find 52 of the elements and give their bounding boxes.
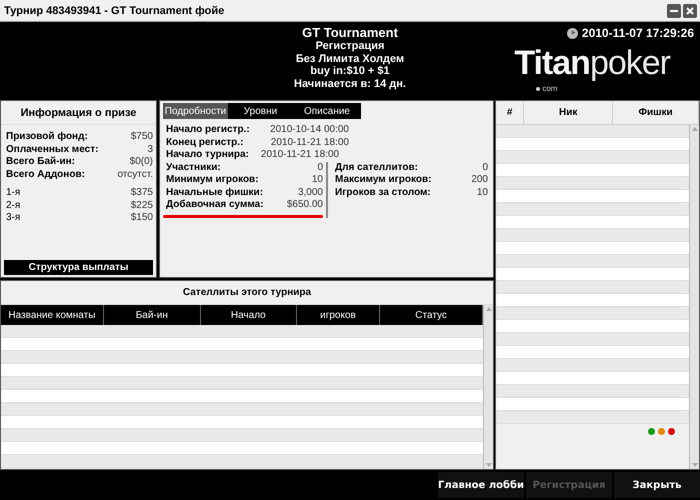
prize-value: отсутст. <box>117 168 153 181</box>
tab[interactable]: Подробности <box>163 103 228 119</box>
detail-label: Начало турнира: <box>166 149 249 162</box>
place-label: 3-я <box>6 212 20 224</box>
tournament-info: Начинается в: 14 дн. <box>294 78 406 90</box>
detail-label: Участники: <box>166 162 221 174</box>
prize-value: $750 <box>130 131 153 144</box>
prize-label: Всего Бай-ин: <box>6 156 76 168</box>
place-prize: $375 <box>130 187 153 200</box>
detail-value: 10 <box>476 186 488 199</box>
detail-label: Начальные фишки: <box>166 186 264 199</box>
tournament-info: Регистрация <box>316 40 384 52</box>
detail-value: 3,000 <box>298 186 323 199</box>
tournament-info: buy in:$10 + $1 <box>310 65 390 78</box>
detail-label: Минимум игроков: <box>166 174 259 186</box>
logo-text: poker <box>590 44 670 83</box>
detail-value: $650.00 <box>286 199 323 212</box>
detail-label: Для сателлитов: <box>335 162 418 174</box>
date-time: 2010-11-07 17:29:26 <box>582 26 694 40</box>
prize-value: 3 <box>147 144 153 156</box>
detail-label: Начало регистр.: <box>166 124 250 136</box>
detail-label: Добавочная сумма: <box>166 199 264 212</box>
prize-label: Оплаченных мест: <box>6 144 98 156</box>
payout-structure-button[interactable]: Структура выплаты <box>4 260 153 275</box>
prize-value: $0(0) <box>130 156 153 168</box>
place-label: 2-я <box>6 200 20 212</box>
place-prize: $150 <box>130 212 153 224</box>
logo-text: Titan <box>514 44 590 83</box>
place-label: 1-я <box>6 187 20 200</box>
detail-label: Игроков за столом: <box>335 186 431 199</box>
detail-value: 0 <box>317 162 323 174</box>
column-header[interactable]: # <box>496 101 524 124</box>
tournament-name: GT Tournament <box>302 25 398 40</box>
detail-value: 2010-11-21 18:00 <box>260 149 340 162</box>
prize-label: Всего Аддонов: <box>6 168 85 181</box>
footer-button[interactable]: Закрыть <box>614 472 700 498</box>
detail-value: 10 <box>312 174 323 186</box>
detail-value: 0 <box>482 162 488 174</box>
panel-title: Информация о призе <box>1 101 156 125</box>
detail-value: 200 <box>471 174 488 186</box>
detail-value: 2010-11-21 18:00 <box>270 136 349 149</box>
footer-button[interactable]: Главное лобби <box>438 472 524 498</box>
prize-label: Призовой фонд: <box>6 131 88 144</box>
tournament-info: Без Лимита Холдем <box>296 52 404 65</box>
column-header[interactable]: Фишки <box>613 101 699 124</box>
detail-label: Максимум игроков: <box>335 174 432 186</box>
column-header[interactable]: Ник <box>524 101 614 124</box>
logo-domain: com <box>542 84 558 93</box>
window-title: Турнир 483493941 - GT Tournament фойе <box>4 4 226 16</box>
place-prize: $225 <box>130 200 153 212</box>
detail-label: Конец регистр.: <box>166 136 244 149</box>
detail-value: 2010-10-14 00:00 <box>270 124 349 136</box>
